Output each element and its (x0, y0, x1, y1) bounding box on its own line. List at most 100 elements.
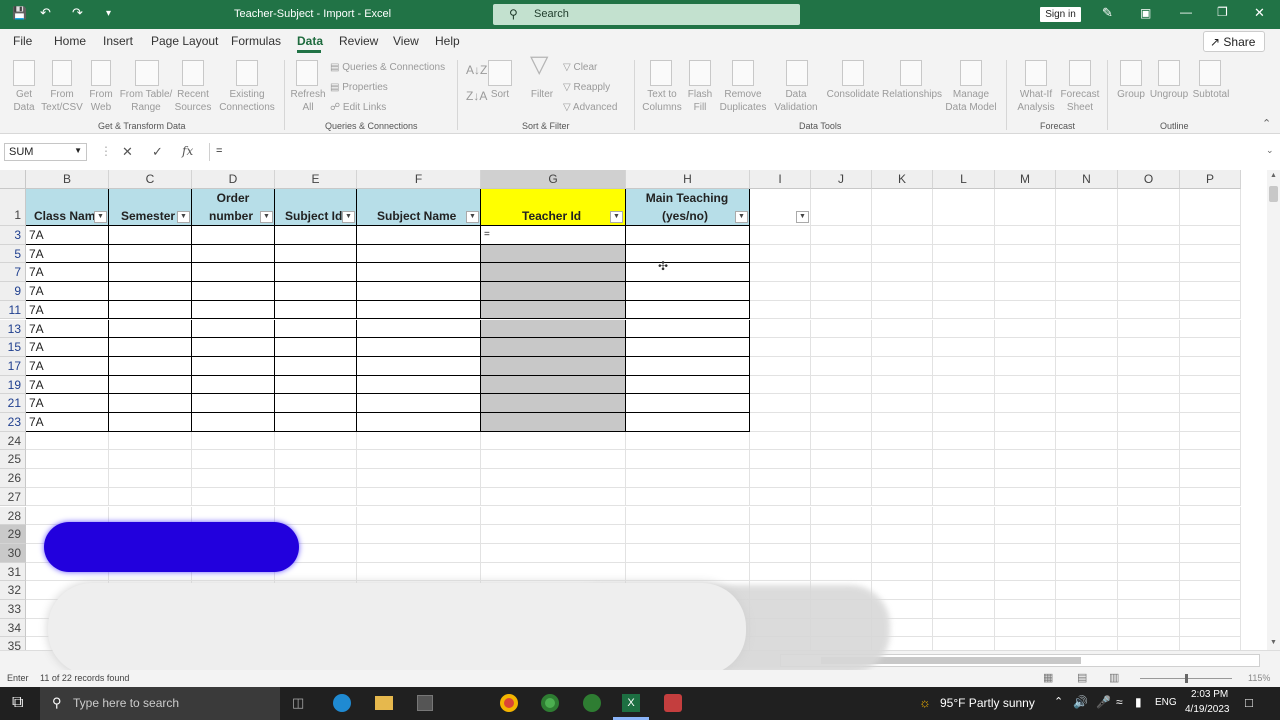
cell[interactable] (995, 525, 1056, 544)
volume-icon[interactable]: 🔊 (1073, 695, 1088, 709)
cell[interactable] (933, 600, 995, 619)
pen-icon[interactable]: ✎ (1102, 5, 1113, 21)
cell[interactable] (995, 413, 1056, 432)
cell[interactable] (811, 487, 872, 507)
cell[interactable] (192, 263, 275, 283)
cell[interactable] (811, 562, 872, 582)
cell[interactable] (933, 431, 995, 451)
from-text-button[interactable]: From Text/CSV (40, 88, 84, 114)
network-icon[interactable]: ≈ (1116, 695, 1123, 709)
cell[interactable] (275, 413, 357, 432)
task-view-icon[interactable]: ◫ (292, 695, 304, 711)
worksheet-grid[interactable]: BCDEFGHIJKLMNOP 1 3 5 7 9 11 13 15 17 19 21 23 24 25 2… (0, 170, 1267, 650)
cell[interactable] (1056, 450, 1118, 470)
cell[interactable] (1180, 319, 1241, 339)
cell[interactable] (1118, 450, 1180, 470)
cell[interactable] (750, 319, 811, 339)
selected-cell[interactable] (481, 356, 626, 376)
cell[interactable] (995, 375, 1056, 395)
row-header[interactable]: 30 (0, 543, 26, 563)
scroll-thumb[interactable] (1269, 186, 1278, 202)
cell[interactable] (995, 431, 1056, 451)
cell[interactable] (750, 413, 811, 432)
cell[interactable] (872, 431, 933, 451)
cell[interactable] (481, 506, 626, 526)
cell[interactable] (357, 431, 481, 451)
text-to-columns-button[interactable]: Text to Columns (640, 88, 684, 114)
cell[interactable] (872, 300, 933, 320)
cell[interactable] (750, 469, 811, 488)
file-explorer-icon[interactable] (375, 696, 393, 710)
cell[interactable] (626, 300, 750, 320)
cell[interactable] (26, 487, 109, 507)
cell[interactable] (192, 226, 275, 245)
cell[interactable] (109, 413, 192, 432)
cell[interactable] (933, 581, 995, 600)
cell[interactable] (811, 282, 872, 301)
clock-date[interactable]: 4/19/2023 (1185, 704, 1230, 715)
cell[interactable] (357, 525, 481, 544)
row-header[interactable]: 15 (0, 338, 26, 357)
cell[interactable] (995, 600, 1056, 619)
selected-cell[interactable] (481, 338, 626, 357)
cell[interactable] (1180, 282, 1241, 301)
page-break-icon[interactable]: ▥ (1109, 671, 1119, 684)
scroll-up-icon[interactable]: ▲ (1270, 172, 1277, 179)
cell[interactable] (750, 506, 811, 526)
clear-button[interactable]: ▽ Clear (563, 61, 597, 74)
cell[interactable] (109, 450, 192, 470)
cell[interactable] (811, 543, 872, 563)
cell[interactable] (1056, 487, 1118, 507)
header-order-number[interactable]: Order number ▼ (192, 189, 275, 226)
notifications-icon[interactable]: □ (1245, 695, 1253, 710)
row-header[interactable]: 5 (0, 244, 26, 264)
cell[interactable] (1118, 581, 1180, 600)
recent-sources-button[interactable]: Recent Sources (174, 88, 212, 114)
cell[interactable] (1180, 525, 1241, 544)
chevron-down-icon[interactable]: ▼ (74, 146, 82, 155)
cell[interactable] (995, 450, 1056, 470)
cell[interactable] (109, 431, 192, 451)
cell[interactable] (109, 487, 192, 507)
cell[interactable] (109, 244, 192, 264)
cell[interactable] (811, 356, 872, 376)
filter-dropdown-icon[interactable]: ▼ (342, 211, 355, 223)
filter-dropdown-icon[interactable]: ▼ (94, 211, 107, 223)
cell[interactable] (357, 487, 481, 507)
cell[interactable] (933, 244, 995, 264)
battery-icon[interactable]: ▮ (1135, 695, 1142, 709)
cell[interactable] (750, 300, 811, 320)
insert-function-icon[interactable]: fx (182, 144, 193, 158)
cell[interactable] (1056, 600, 1118, 619)
cell[interactable] (1118, 338, 1180, 357)
language-indicator[interactable]: ENG (1155, 697, 1177, 708)
clock-time[interactable]: 2:03 PM (1191, 689, 1228, 700)
header-class-name[interactable]: Class Name ▼ (26, 189, 109, 226)
manage-data-model-button[interactable]: Manage Data Model (942, 88, 1000, 114)
cell[interactable] (1118, 356, 1180, 376)
cell[interactable] (933, 413, 995, 432)
cell[interactable] (1180, 356, 1241, 376)
cell[interactable] (481, 543, 626, 563)
cell[interactable] (626, 543, 750, 563)
cell[interactable] (933, 637, 995, 650)
cell[interactable] (1180, 431, 1241, 451)
formula-input[interactable]: = (209, 143, 1276, 161)
cell[interactable] (750, 375, 811, 395)
cell[interactable] (1056, 226, 1118, 245)
get-data-button[interactable]: Get Data (4, 88, 44, 114)
cell[interactable] (1180, 300, 1241, 320)
consolidate-button[interactable]: Consolidate (824, 88, 882, 101)
cell[interactable] (1056, 413, 1118, 432)
cell[interactable] (275, 487, 357, 507)
cell[interactable] (357, 469, 481, 488)
row-header[interactable]: 34 (0, 618, 26, 638)
refresh-all-button[interactable]: Refresh All (288, 88, 328, 114)
ungroup-button[interactable]: Ungroup (1149, 88, 1189, 101)
cell[interactable] (1180, 562, 1241, 582)
row-header[interactable]: 21 (0, 394, 26, 413)
cell-class-name[interactable]: 7A (26, 226, 109, 245)
cell[interactable] (626, 394, 750, 413)
cell[interactable] (1056, 189, 1118, 226)
cell[interactable] (811, 263, 872, 283)
